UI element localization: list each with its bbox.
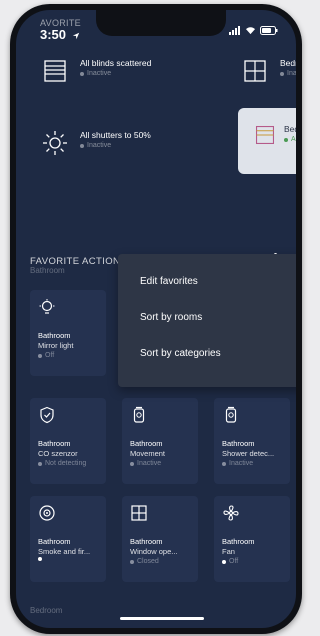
tile-room: Bathroom xyxy=(38,537,71,546)
phone-frame: AVORITE 3:50 All blinds scattered Inacti… xyxy=(10,4,302,634)
device-tile[interactable]: Bathroom Window ope... Closed xyxy=(122,496,198,582)
device-tile[interactable]: Bathroom Movement Inactive xyxy=(122,398,198,484)
scene-status-text: Ac xyxy=(291,136,296,143)
lightbulb-icon xyxy=(39,299,55,314)
app-screen: AVORITE 3:50 All blinds scattered Inacti… xyxy=(16,10,296,628)
device-tile[interactable]: Bathroom Shower detec... Inactive xyxy=(214,398,290,484)
window-icon xyxy=(244,60,266,82)
tile-device-name: Fan xyxy=(222,547,235,556)
tile-room: Bathroom xyxy=(130,537,163,546)
location-arrow-icon xyxy=(72,32,79,39)
fan-icon xyxy=(223,505,239,521)
scene-title: Bedro xyxy=(280,58,296,68)
scene-status: Ina xyxy=(280,69,296,79)
menu-item-edit-favorites[interactable]: Edit favorites xyxy=(118,276,296,312)
smoke-detector-icon xyxy=(39,505,55,521)
scene-status: Ac xyxy=(284,135,296,145)
tile-device-name: Mirror light xyxy=(38,341,74,350)
tile-state: Off xyxy=(38,351,106,361)
tile-state-text: Off xyxy=(45,352,55,359)
wifi-icon xyxy=(246,27,255,35)
scene-title: Bedro xyxy=(284,124,296,134)
tile-state xyxy=(38,557,106,561)
room-header-bedroom: Bedroom xyxy=(30,606,63,615)
scene-title: All shutters to 50% xyxy=(80,130,151,140)
status-icons xyxy=(229,26,278,35)
scene-status-text: Inactive xyxy=(87,70,112,77)
blinds-icon xyxy=(44,60,66,82)
scene-card-all-blinds[interactable]: All blinds scattered Inactive xyxy=(42,58,151,84)
shield-icon xyxy=(40,406,54,424)
tile-room: Bathroom xyxy=(222,537,255,546)
tile-state: Closed xyxy=(130,557,198,567)
tile-device-name: Smoke and fir... xyxy=(38,547,91,556)
status-time: 3:50 xyxy=(40,27,80,42)
window-icon xyxy=(131,505,147,521)
tile-device-name: CO szenzor xyxy=(38,449,78,458)
status-time-text: 3:50 xyxy=(40,27,67,42)
tile-state-text: Not detecting xyxy=(45,460,87,467)
tile-room: Bathroom xyxy=(130,439,163,448)
tile-state: Not detecting xyxy=(38,459,106,469)
signal-icon xyxy=(229,26,240,35)
sun-icon xyxy=(43,131,67,155)
tile-state-text: Inactive xyxy=(229,460,254,467)
tile-state-text: Inactive xyxy=(137,460,162,467)
scene-card-all-shutters[interactable]: All shutters to 50% Inactive xyxy=(42,130,151,156)
tile-state: Inactive xyxy=(130,459,198,469)
tile-room: Bathroom xyxy=(38,439,71,448)
tile-state: Inactive xyxy=(222,459,290,469)
tile-device-name: Window ope... xyxy=(130,547,178,556)
tile-state-text: Off xyxy=(229,558,239,565)
battery-icon xyxy=(260,26,278,35)
device-tile[interactable]: Bathroom Fan Off xyxy=(214,496,290,582)
status-bar: AVORITE 3:50 xyxy=(16,10,296,50)
tile-room: Bathroom xyxy=(222,439,255,448)
device-tile[interactable]: Bathroom Smoke and fir... xyxy=(30,496,106,582)
scene-status-text: Inactive xyxy=(87,142,112,149)
menu-item-sort-by-rooms[interactable]: Sort by rooms xyxy=(118,312,296,348)
scene-status-text: Ina xyxy=(287,70,296,77)
scene-status: Inactive xyxy=(80,141,151,151)
tile-room: Bathroom xyxy=(38,331,71,340)
scene-status: Inactive xyxy=(80,69,151,79)
scene-card-bedroom[interactable]: Bedro Ina xyxy=(242,58,296,84)
scene-card-bedroom-active[interactable]: Bedro Ac xyxy=(238,108,296,174)
home-indicator[interactable] xyxy=(120,617,204,620)
tile-device-name: Movement xyxy=(130,449,166,458)
sort-options-menu: Edit favorites Sort by rooms Sort by cat… xyxy=(118,254,296,387)
room-header-bathroom: Bathroom xyxy=(30,266,65,275)
motion-sensor-icon xyxy=(133,406,145,423)
device-tile[interactable]: Bathroom Mirror light Off xyxy=(30,290,106,376)
blinds-icon xyxy=(255,125,275,145)
menu-item-sort-by-categories[interactable]: Sort by categories xyxy=(118,348,296,384)
motion-sensor-icon xyxy=(225,406,237,423)
device-tile[interactable]: Bathroom CO szenzor Not detecting xyxy=(30,398,106,484)
tile-device-name: Shower detec... xyxy=(222,449,275,458)
scene-title: All blinds scattered xyxy=(80,58,152,68)
tile-state: Off xyxy=(222,557,290,567)
tile-state-text: Closed xyxy=(137,558,159,565)
